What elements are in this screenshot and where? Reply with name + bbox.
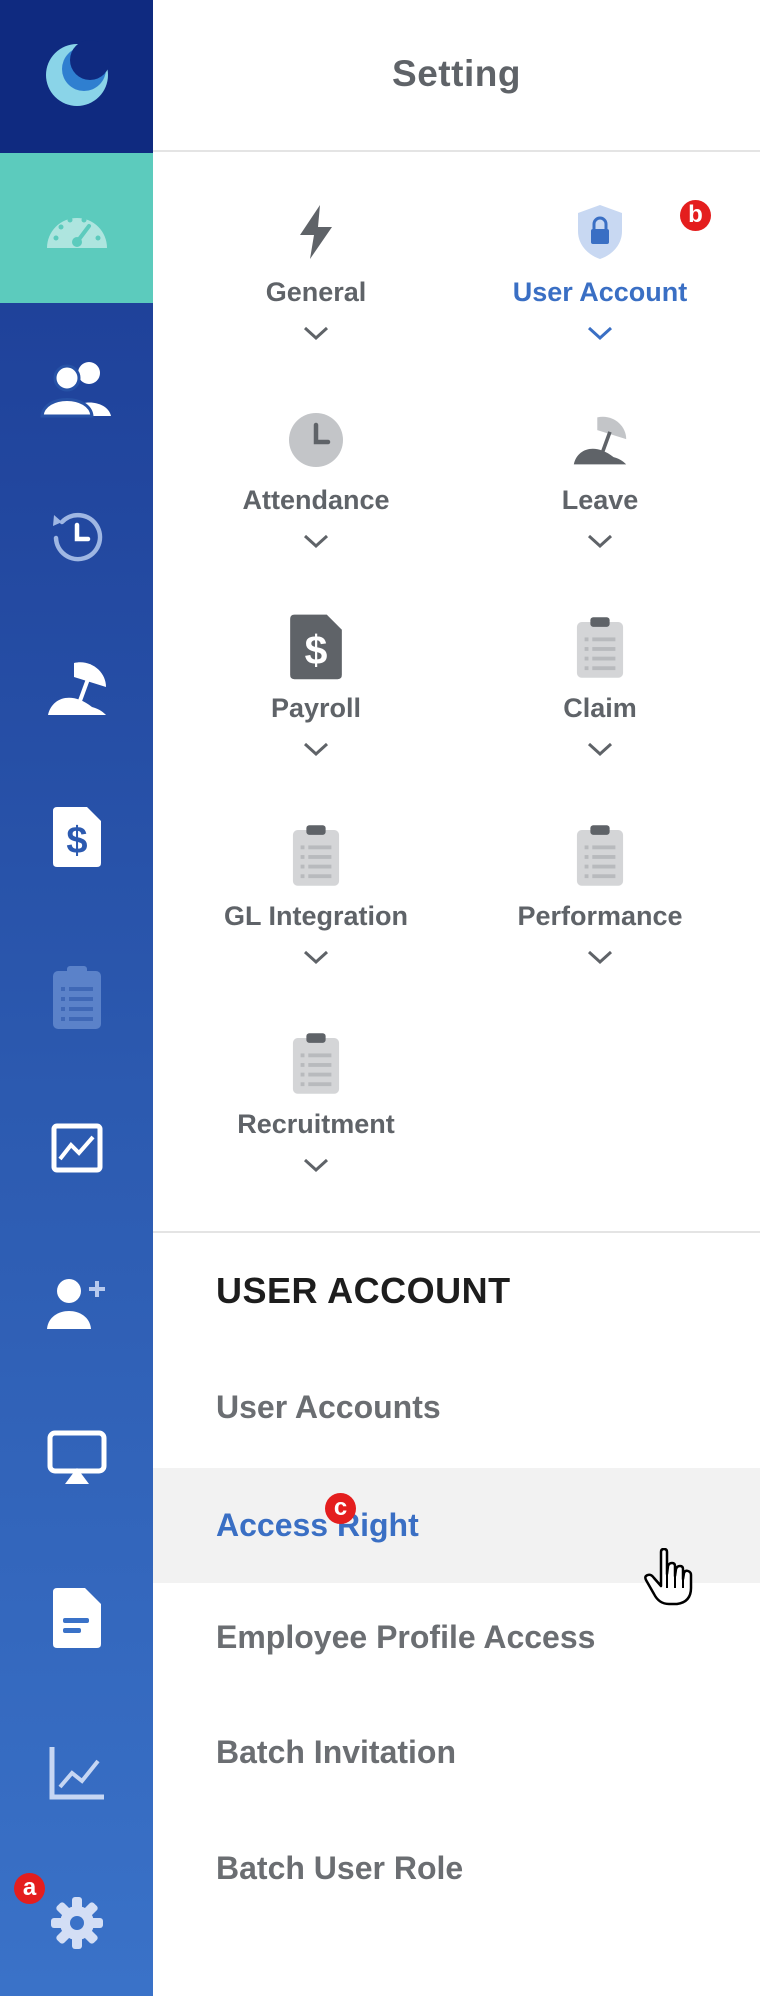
line-chart-icon <box>49 1747 104 1800</box>
moon-logo-icon <box>46 40 110 106</box>
clock-icon <box>289 413 343 467</box>
badge-b: b <box>680 200 711 231</box>
badge-a: a <box>14 1873 45 1904</box>
tile-label: Recruitment <box>237 1109 395 1139</box>
tile-label: Claim <box>563 693 637 723</box>
chevron-down-icon <box>303 742 329 757</box>
presentation-screen-icon <box>47 1430 106 1484</box>
clipboard-icon <box>292 825 340 886</box>
nav-history[interactable] <box>0 463 153 613</box>
bolt-icon <box>300 205 332 259</box>
svg-text:$: $ <box>305 627 328 673</box>
line-chart-image-icon <box>51 1123 102 1173</box>
chevron-down-icon <box>303 326 329 341</box>
menu-item-label: User Accounts <box>216 1389 441 1425</box>
menu-item-label: Employee Profile Access <box>216 1619 596 1655</box>
nav-claim[interactable] <box>0 923 153 1073</box>
people-icon <box>39 362 111 418</box>
svg-text:$: $ <box>66 820 87 862</box>
nav-settings[interactable] <box>0 1848 153 1998</box>
side-navigation-rail: $ a <box>0 0 153 1996</box>
speedometer-icon <box>46 217 107 248</box>
history-clock-icon <box>52 512 102 562</box>
menu-item-batch-user-role[interactable]: Batch User Role <box>153 1811 760 1926</box>
menu-item-user-accounts[interactable]: User Accounts <box>153 1350 760 1465</box>
nav-dashboard[interactable] <box>0 153 153 303</box>
tile-label: User Account <box>512 277 688 307</box>
nav-add-user[interactable] <box>0 1228 153 1378</box>
nav-documents[interactable] <box>0 1543 153 1693</box>
menu-item-access-right[interactable]: Access Right <box>153 1468 760 1606</box>
beach-umbrella-icon <box>47 662 106 715</box>
clipboard-icon <box>292 1033 340 1094</box>
app-logo[interactable] <box>0 0 153 153</box>
gear-icon <box>50 1897 103 1949</box>
tile-attendance[interactable]: Attendance <box>171 405 461 610</box>
panel-title: Setting <box>392 53 521 94</box>
nav-people[interactable] <box>0 313 153 463</box>
nav-reports[interactable] <box>0 1073 153 1223</box>
beach-umbrella-icon <box>573 416 627 465</box>
section-title: USER ACCOUNT <box>216 1270 511 1311</box>
clipboard-icon <box>576 617 624 678</box>
clipboard-icon <box>52 966 101 1029</box>
tile-label: Attendance <box>242 485 390 515</box>
chevron-down-icon <box>303 1158 329 1173</box>
shield-lock-icon <box>578 205 622 259</box>
tile-label: General <box>265 277 367 307</box>
chevron-down-icon <box>587 534 613 549</box>
divider <box>153 150 760 152</box>
dollar-document-icon: $ <box>290 614 342 680</box>
tile-label: GL Integration <box>223 901 408 931</box>
chevron-down-icon <box>587 950 613 965</box>
add-user-icon <box>46 1279 105 1329</box>
chevron-down-icon <box>587 742 613 757</box>
tile-label: Leave <box>561 485 639 515</box>
tile-label: Payroll <box>270 693 362 723</box>
dollar-document-icon: $ <box>52 807 101 867</box>
settings-panel: Setting General User Account b Attendanc… <box>153 0 760 1996</box>
tile-performance[interactable]: Performance <box>455 821 745 1026</box>
clipboard-icon <box>576 825 624 886</box>
nav-leave[interactable] <box>0 613 153 763</box>
document-icon <box>52 1588 101 1648</box>
tile-claim[interactable]: Claim <box>455 613 745 818</box>
menu-item-label: Access Right <box>216 1507 419 1543</box>
menu-item-label: Batch User Role <box>216 1850 464 1886</box>
nav-training[interactable] <box>0 1383 153 1533</box>
chevron-down-icon <box>587 326 613 341</box>
tile-general[interactable]: General <box>171 197 461 402</box>
tile-leave[interactable]: Leave <box>455 405 745 610</box>
divider <box>153 1231 760 1233</box>
chevron-down-icon <box>303 534 329 549</box>
tile-recruitment[interactable]: Recruitment <box>171 1029 461 1234</box>
chevron-down-icon <box>303 950 329 965</box>
tile-label: Performance <box>517 901 683 931</box>
tile-payroll[interactable]: $ Payroll <box>171 613 461 818</box>
menu-item-batch-invitation[interactable]: Batch Invitation <box>153 1695 760 1810</box>
menu-item-label: Batch Invitation <box>216 1734 457 1770</box>
nav-analytics[interactable] <box>0 1698 153 1848</box>
badge-c: c <box>325 1493 356 1524</box>
tile-gl-integration[interactable]: GL Integration <box>171 821 461 1026</box>
nav-payroll[interactable]: $ <box>0 763 153 913</box>
menu-item-employee-profile-access[interactable]: Employee Profile Access <box>153 1580 760 1695</box>
